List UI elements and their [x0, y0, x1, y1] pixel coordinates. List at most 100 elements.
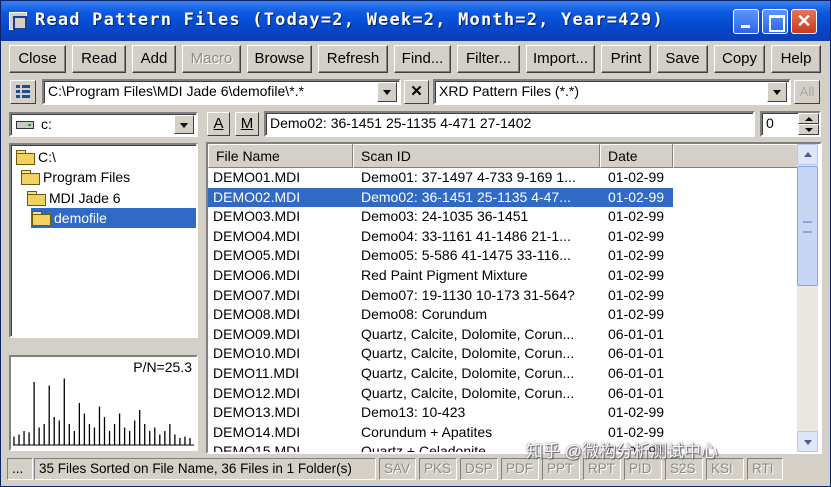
view-toggle-button[interactable]	[10, 80, 36, 104]
save-button[interactable]: Save	[657, 45, 708, 73]
print-button[interactable]: Print	[601, 45, 651, 73]
table-row[interactable]: DEMO03.MDI Demo03: 24-1035 36-1451 01-02-9…	[208, 207, 673, 227]
spinner-value: 0	[766, 115, 774, 131]
date-cell: 01-02-99	[608, 267, 665, 283]
scan-id-cell: Demo05: 5-586 41-1475 33-116...	[361, 247, 571, 264]
scan-id-cell: Quartz, Calcite, Dolomite, Corun...	[361, 345, 575, 362]
macro-button[interactable]: Macro	[182, 45, 241, 73]
file-name-cell: DEMO12.MDI	[213, 384, 301, 401]
scan-id-cell: Demo02: 36-1451 25-1135 4-47...	[361, 188, 571, 205]
table-row[interactable]: DEMO07.MDI Demo07: 19-1130 10-173 31-564?…	[208, 286, 673, 306]
spinner-down-icon	[805, 128, 813, 132]
table-row[interactable]: DEMO01.MDI Demo01: 37-1497 4-733 9-169 1.…	[208, 168, 673, 188]
window-title: Read Pattern Files (Today=2, Week=2, Mon…	[35, 10, 664, 30]
table-row[interactable]: DEMO04.MDI Demo04: 33-1161 41-1486 21-1..…	[208, 227, 673, 247]
spinner-field[interactable]: 0	[760, 111, 821, 137]
status-flag-rti: RTI	[747, 458, 783, 480]
minimize-button[interactable]	[733, 9, 759, 34]
browse-button[interactable]: Browse	[247, 45, 312, 73]
scroll-up-icon[interactable]	[797, 144, 818, 165]
table-row[interactable]: DEMO13.MDI Demo13: 10-423 01-02-99	[208, 403, 673, 423]
date-cell: 01-02-99	[608, 227, 665, 244]
filter-button[interactable]: Filter...	[457, 45, 520, 73]
scan-id-cell: Demo08: Corundum	[361, 306, 488, 323]
a-button[interactable]: A	[207, 112, 230, 136]
scan-id-field[interactable]: Demo02: 36-1451 25-1135 4-471 27-1402	[264, 111, 755, 137]
column-header-scan-id[interactable]: Scan ID	[353, 144, 600, 168]
title-bar[interactable]: Read Pattern Files (Today=2, Week=2, Mon…	[1, 1, 830, 41]
scan-id-cell: Demo01: 37-1497 4-733 9-169 1...	[361, 169, 576, 185]
folder-tree[interactable]: C:\ Program Files MDI Jade 6 demofile	[9, 143, 198, 338]
folder-open-icon	[26, 191, 46, 206]
close-window-button[interactable]: ✕	[791, 9, 817, 34]
file-list-scrollbar[interactable]	[797, 144, 818, 452]
scan-id-cell: Quartz, Calcite, Dolomite, Corun...	[361, 384, 575, 401]
file-name-cell: DEMO01.MDI	[213, 169, 301, 185]
table-row[interactable]: DEMO10.MDI Quartz, Calcite, Dolomite, Cor…	[208, 344, 673, 364]
file-list[interactable]: File Name Scan ID Date DEMO01.MDI Demo01:…	[206, 142, 822, 454]
scan-id-value: Demo02: 36-1451 25-1135 4-471 27-1402	[270, 115, 532, 131]
filter-dropdown-arrow-icon[interactable]	[767, 82, 787, 102]
spinner-up-icon	[805, 117, 813, 121]
tree-item-program-files[interactable]: Program Files	[20, 167, 130, 187]
table-row[interactable]: DEMO05.MDI Demo05: 5-586 41-1475 33-116..…	[208, 246, 673, 266]
pattern-preview: P/N=25.3	[9, 355, 198, 451]
refresh-button[interactable]: Refresh	[318, 45, 388, 73]
import-button[interactable]: Import...	[526, 45, 595, 73]
table-row[interactable]: DEMO06.MDI Red Paint Pigment Mixture 01-02…	[208, 266, 673, 286]
filter-value: XRD Pattern Files (*.*)	[439, 83, 580, 99]
close-button[interactable]: Close	[9, 45, 66, 73]
add-button[interactable]: Add	[132, 45, 176, 73]
spinner-up-button[interactable]	[798, 113, 819, 124]
find-button[interactable]: Find...	[394, 45, 451, 73]
table-row[interactable]: DEMO08.MDI Demo08: Corundum 01-02-99	[208, 305, 673, 325]
scan-id-cell: Red Paint Pigment Mixture	[361, 267, 528, 283]
m-button[interactable]: M	[235, 112, 259, 136]
spinner-down-button[interactable]	[798, 124, 819, 135]
status-flag-pks: PKS	[419, 458, 457, 480]
date-cell: 01-02-99	[608, 208, 665, 225]
clear-path-button[interactable]: ✕	[404, 80, 429, 104]
folder-open-icon	[15, 150, 35, 165]
copy-button[interactable]: Copy	[714, 45, 765, 73]
date-cell: 06-01-01	[608, 384, 665, 401]
scan-id-cell: Quartz, Calcite, Dolomite, Corun...	[361, 325, 575, 342]
file-name-cell: DEMO09.MDI	[213, 325, 301, 342]
scan-id-cell: Demo07: 19-1130 10-173 31-564?	[361, 286, 575, 303]
scroll-thumb[interactable]	[797, 166, 818, 286]
read-pattern-files-window: Read Pattern Files (Today=2, Week=2, Mon…	[0, 0, 831, 487]
table-row[interactable]: DEMO11.MDI Quartz, Calcite, Dolomite, Cor…	[208, 364, 673, 384]
maximize-button[interactable]	[762, 9, 788, 34]
column-header-date[interactable]: Date	[600, 144, 673, 168]
hard-drive-icon	[16, 121, 34, 129]
status-dots: ...	[7, 458, 33, 480]
table-row[interactable]: DEMO12.MDI Quartz, Calcite, Dolomite, Cor…	[208, 384, 673, 404]
drive-combo[interactable]: c:	[9, 112, 198, 137]
help-button[interactable]: Help	[771, 45, 821, 73]
column-header-blank	[673, 144, 798, 168]
date-cell: 01-02-99	[608, 169, 665, 185]
scan-id-cell: Demo13: 10-423	[361, 404, 466, 421]
status-flag-dsp: DSP	[460, 458, 498, 480]
tree-item-demofile[interactable]: demofile	[31, 208, 196, 228]
file-name-cell: DEMO15.MDI	[213, 443, 301, 454]
date-cell: 06-01-01	[608, 325, 665, 342]
file-name-cell: DEMO05.MDI	[213, 247, 301, 264]
file-name-cell: DEMO07.MDI	[213, 286, 301, 303]
date-cell: 01-02-99	[608, 404, 665, 421]
date-cell: 01-02-99	[608, 286, 665, 303]
tree-item-mdi-jade[interactable]: MDI Jade 6	[26, 188, 121, 208]
scroll-down-icon[interactable]	[797, 431, 818, 452]
tree-item-c[interactable]: C:\	[15, 147, 56, 167]
table-row[interactable]: DEMO09.MDI Quartz, Calcite, Dolomite, Cor…	[208, 325, 673, 345]
column-header-file-name[interactable]: File Name	[208, 144, 353, 168]
path-combo[interactable]: C:\Program Files\MDI Jade 6\demofile\*.*	[42, 79, 401, 105]
date-cell: 06-01-01	[608, 365, 665, 381]
drive-dropdown-arrow-icon[interactable]	[174, 115, 194, 134]
path-dropdown-arrow-icon[interactable]	[377, 82, 397, 102]
status-flag-sav: SAV	[379, 458, 416, 480]
read-button[interactable]: Read	[72, 45, 126, 73]
all-button[interactable]: All	[794, 80, 820, 104]
file-type-filter-combo[interactable]: XRD Pattern Files (*.*)	[433, 79, 791, 105]
table-row[interactable]: DEMO02.MDI Demo02: 36-1451 25-1135 4-47..…	[208, 186, 674, 209]
